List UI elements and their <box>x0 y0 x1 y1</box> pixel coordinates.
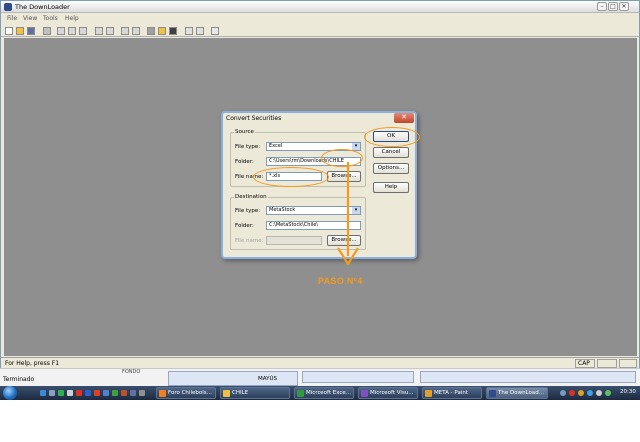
dialog-close-button[interactable]: ✕ <box>394 113 414 123</box>
browser-status-text: Terminado <box>3 376 35 383</box>
copy-icon[interactable] <box>68 27 76 35</box>
paint-icon <box>425 390 432 397</box>
tray-green-icon[interactable] <box>605 390 611 396</box>
tray-orange-icon[interactable] <box>578 390 584 396</box>
app-icon-excel[interactable] <box>112 390 118 396</box>
menu-file[interactable]: File <box>7 15 17 22</box>
background-panel-label: FONDO <box>122 369 141 375</box>
tray-volume-icon[interactable] <box>596 390 602 396</box>
explorer-icon[interactable] <box>67 390 73 396</box>
destination-legend: Destination <box>235 194 267 200</box>
tray-chevron-icon[interactable] <box>560 390 566 396</box>
app-icon-orange[interactable] <box>94 390 100 396</box>
chart-icon[interactable] <box>169 27 177 35</box>
save-icon[interactable] <box>27 27 35 35</box>
status-message: For Help, press F1 <box>5 360 60 367</box>
undo-icon[interactable] <box>95 27 103 35</box>
taskbar-clock[interactable]: 20:30 <box>620 389 636 395</box>
options-button[interactable]: Options... <box>373 163 409 174</box>
num-indicator <box>597 359 617 368</box>
chevron-down-icon[interactable]: ▾ <box>352 143 360 150</box>
media-icon[interactable] <box>58 390 64 396</box>
taskbar: Foro Chilebols... CHILE Microsoft Exce..… <box>0 386 640 400</box>
task-foro[interactable]: Foro Chilebols... <box>156 387 216 399</box>
excel-icon <box>297 390 304 397</box>
highlight-filename-ring <box>253 167 329 187</box>
background-panel-2 <box>302 371 414 383</box>
menu-view[interactable]: View <box>23 15 37 22</box>
new-icon[interactable] <box>5 27 13 35</box>
scroll-indicator <box>619 359 637 368</box>
minimize-button[interactable]: – <box>597 2 607 11</box>
source-legend: Source <box>235 129 254 135</box>
source-folder-label: Folder: <box>235 159 254 165</box>
task-paint[interactable]: META - Paint <box>422 387 482 399</box>
menu-help[interactable]: Help <box>65 15 79 22</box>
grid-icon[interactable] <box>196 27 204 35</box>
print-icon[interactable] <box>43 27 51 35</box>
close-button[interactable]: ✕ <box>619 2 629 11</box>
task-visual[interactable]: Microsoft Visu... <box>358 387 418 399</box>
highlight-ok-ring <box>364 127 420 147</box>
destination-file-name-label: File name: <box>235 238 264 244</box>
help-button[interactable]: Help <box>373 182 409 193</box>
cap-indicator: CAP <box>575 359 595 368</box>
app-icon-ppt[interactable] <box>121 390 127 396</box>
downloader-icon <box>489 390 496 397</box>
paste-icon[interactable] <box>79 27 87 35</box>
firefox-icon <box>159 390 166 397</box>
forward-icon[interactable] <box>132 27 140 35</box>
background-window-strip: Terminado FONDO MAYÚS <box>0 368 640 386</box>
task-downloader[interactable]: The DownLoad... <box>486 387 548 399</box>
destination-file-type-label: File type: <box>235 208 261 214</box>
app-icon-word[interactable] <box>103 390 109 396</box>
app-icon-misc-2[interactable] <box>139 390 145 396</box>
show-desktop-icon[interactable] <box>49 390 55 396</box>
status-bar: For Help, press F1 CAP <box>1 357 639 368</box>
destination-folder-label: Folder: <box>235 223 254 229</box>
destination-file-name-input <box>266 236 322 245</box>
maximize-button[interactable]: □ <box>608 2 618 11</box>
window-title: The DownLoader <box>15 3 70 11</box>
cut-icon[interactable] <box>57 27 65 35</box>
tray-red-icon[interactable] <box>569 390 575 396</box>
convert-icon[interactable] <box>147 27 155 35</box>
open-icon[interactable] <box>16 27 24 35</box>
source-file-type-label: File type: <box>235 144 261 150</box>
app-icon-misc[interactable] <box>130 390 136 396</box>
step-annotation-label: PASO Nº4 <box>318 276 363 286</box>
folder-icon <box>223 390 230 397</box>
system-tray: 20:30 <box>558 387 640 399</box>
app-logo-icon <box>4 3 12 11</box>
back-icon[interactable] <box>121 27 129 35</box>
window-icon[interactable] <box>185 27 193 35</box>
title-bar[interactable]: The DownLoader – □ ✕ <box>1 1 639 13</box>
cancel-button[interactable]: Cancel <box>373 147 409 158</box>
annotation-arrow <box>337 162 359 266</box>
mayus-indicator: MAYÚS <box>258 376 277 382</box>
background-panel <box>168 371 298 386</box>
task-chile[interactable]: CHILE <box>220 387 290 399</box>
tray-network-icon[interactable] <box>587 390 593 396</box>
dialog-title: Convert Securities <box>226 115 282 122</box>
visual-icon <box>361 390 368 397</box>
task-excel[interactable]: Microsoft Exce... <box>294 387 354 399</box>
app-icon-red[interactable] <box>76 390 82 396</box>
background-panel-3 <box>420 371 636 383</box>
ie-icon[interactable] <box>40 390 46 396</box>
menu-bar: File View Tools Help <box>1 14 639 24</box>
context-help-icon[interactable] <box>211 27 219 35</box>
start-button[interactable] <box>3 386 17 400</box>
menu-tools[interactable]: Tools <box>43 15 58 22</box>
toolbar <box>1 25 639 37</box>
folder-icon[interactable] <box>158 27 166 35</box>
redo-icon[interactable] <box>106 27 114 35</box>
app-icon-blue[interactable] <box>85 390 91 396</box>
